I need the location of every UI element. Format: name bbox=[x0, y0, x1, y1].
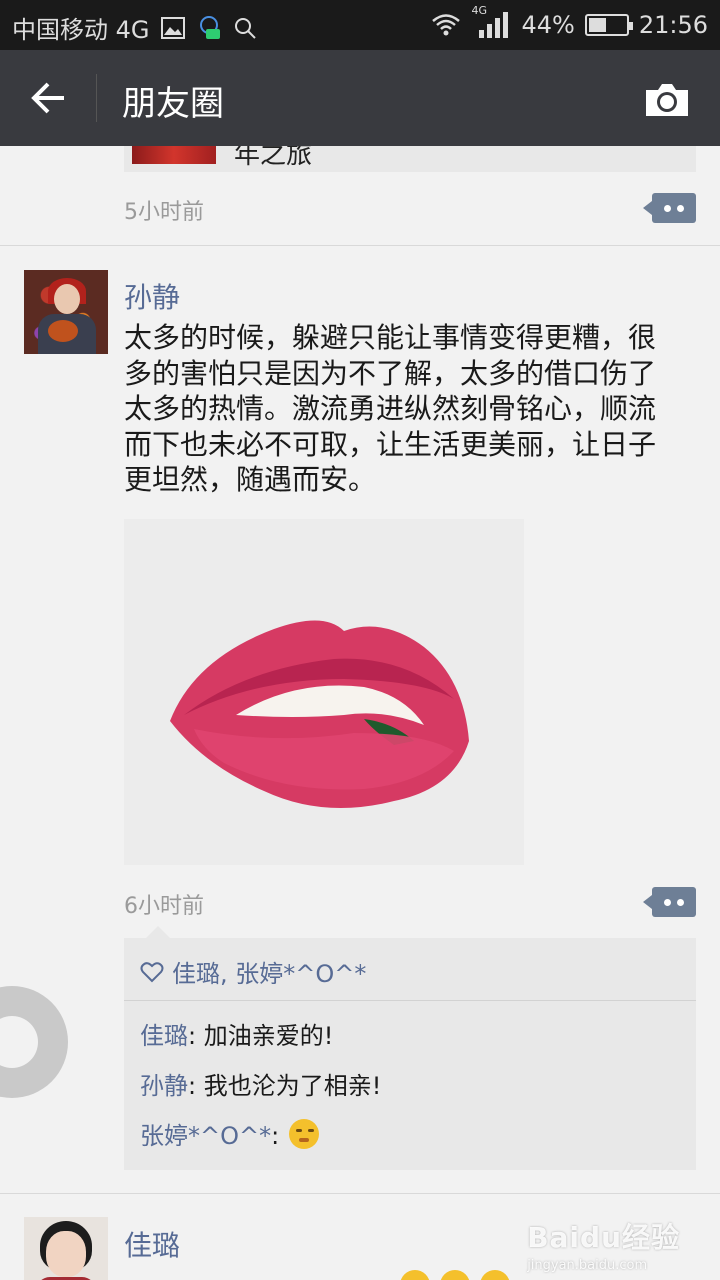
post-separator bbox=[0, 1193, 720, 1194]
comment-author[interactable]: 佳璐 bbox=[140, 1022, 188, 1050]
comment-separator: : bbox=[188, 1022, 204, 1050]
likes-row: 佳璐, 张婷*^O^* bbox=[140, 954, 366, 989]
comment-separator: : bbox=[271, 1122, 287, 1150]
nav-divider bbox=[96, 74, 97, 122]
avatar[interactable] bbox=[24, 270, 108, 354]
dot bbox=[677, 899, 684, 906]
page-title: 朋友圈 bbox=[122, 84, 224, 124]
comment-text: 加油亲爱的! bbox=[203, 1022, 334, 1050]
battery-fill bbox=[588, 18, 607, 32]
shared-link-title: 年之旅 bbox=[234, 146, 313, 170]
status-left: 中国移动 4G bbox=[12, 10, 258, 45]
signal-strength: 4G bbox=[471, 4, 511, 40]
lips-illustration bbox=[170, 620, 469, 809]
post-time: 5小时前 bbox=[124, 200, 204, 225]
signal-bars-icon bbox=[479, 12, 509, 38]
status-right: 4G 44% 21:56 bbox=[431, 4, 708, 40]
emoji-icon bbox=[440, 1270, 470, 1280]
likes-comments-box: 佳璐, 张婷*^O^* 佳璐: 加油亲爱的! 孙静: 我也沦为了相亲! 张婷*^… bbox=[124, 926, 696, 1170]
comment-action-button[interactable] bbox=[643, 193, 696, 223]
comment-action-button[interactable] bbox=[643, 887, 696, 917]
likes-divider bbox=[124, 1000, 696, 1001]
avatar-face bbox=[54, 284, 80, 314]
comment-item[interactable]: 孙静: 我也沦为了相亲! bbox=[140, 1066, 381, 1101]
comment-item[interactable]: 张婷*^O^*: bbox=[140, 1116, 319, 1152]
comment-separator: : bbox=[188, 1072, 204, 1100]
dot bbox=[664, 899, 671, 906]
post-text: 太多的时候，躲避只能让事情变得更糟，很 多的害怕只是因为不了解，太多的借口伤了 … bbox=[124, 321, 657, 496]
comment-author[interactable]: 张婷*^O^* bbox=[140, 1122, 271, 1150]
post-image[interactable] bbox=[124, 519, 524, 865]
chat-notification-icon bbox=[199, 15, 220, 39]
carrier-label: 中国移动 4G bbox=[12, 16, 150, 44]
watermark-main: Baidu经验 bbox=[527, 1221, 680, 1254]
comment-text: 我也沦为了相亲! bbox=[203, 1072, 382, 1100]
status-bar: 中国移动 4G 4G 44% 21:56 bbox=[0, 0, 720, 50]
emoji-icon bbox=[480, 1270, 510, 1280]
nav-bar: 朋友圈 bbox=[0, 50, 720, 146]
clock: 21:56 bbox=[638, 11, 708, 39]
dot bbox=[677, 205, 684, 212]
likes-names[interactable]: 佳璐, 张婷*^O^* bbox=[172, 954, 366, 989]
post-text-partial bbox=[124, 1264, 544, 1280]
post-author-name[interactable]: 佳璐 bbox=[124, 1224, 180, 1264]
thinking-face-emoji-icon bbox=[288, 1119, 319, 1149]
watermark-url: jingyan.baidu.com bbox=[527, 1258, 648, 1273]
comment-item[interactable]: 佳璐: 加油亲爱的! bbox=[140, 1016, 333, 1051]
dot bbox=[664, 205, 671, 212]
avatar-rooster bbox=[48, 320, 78, 342]
heart-icon bbox=[140, 961, 164, 982]
camera-icon[interactable] bbox=[644, 80, 690, 118]
image-icon bbox=[160, 16, 185, 39]
moments-feed[interactable]: 年之旅 5小时前 孙静 太多的时候，躲避只能让事情变得更糟，很 多的害怕只是因为… bbox=[0, 146, 720, 1280]
comment-author[interactable]: 孙静 bbox=[140, 1072, 188, 1100]
post-separator bbox=[0, 245, 720, 246]
wifi-icon bbox=[432, 14, 461, 36]
avatar-face bbox=[46, 1231, 86, 1277]
post-time: 6小时前 bbox=[124, 894, 204, 919]
emoji-icon bbox=[400, 1270, 430, 1280]
post-author-name[interactable]: 孙静 bbox=[124, 276, 180, 316]
search-icon bbox=[234, 17, 256, 39]
baidu-watermark: Baidu经验 jingyan.baidu.com bbox=[527, 1216, 680, 1273]
battery-icon bbox=[584, 14, 633, 36]
shared-link-card[interactable]: 年之旅 bbox=[124, 146, 696, 172]
floating-assistive-button[interactable] bbox=[0, 986, 68, 1098]
shared-link-thumbnail bbox=[132, 146, 216, 164]
arrow-left-icon[interactable] bbox=[22, 74, 76, 122]
battery-percent: 44% bbox=[521, 11, 575, 39]
avatar[interactable] bbox=[24, 1217, 108, 1280]
